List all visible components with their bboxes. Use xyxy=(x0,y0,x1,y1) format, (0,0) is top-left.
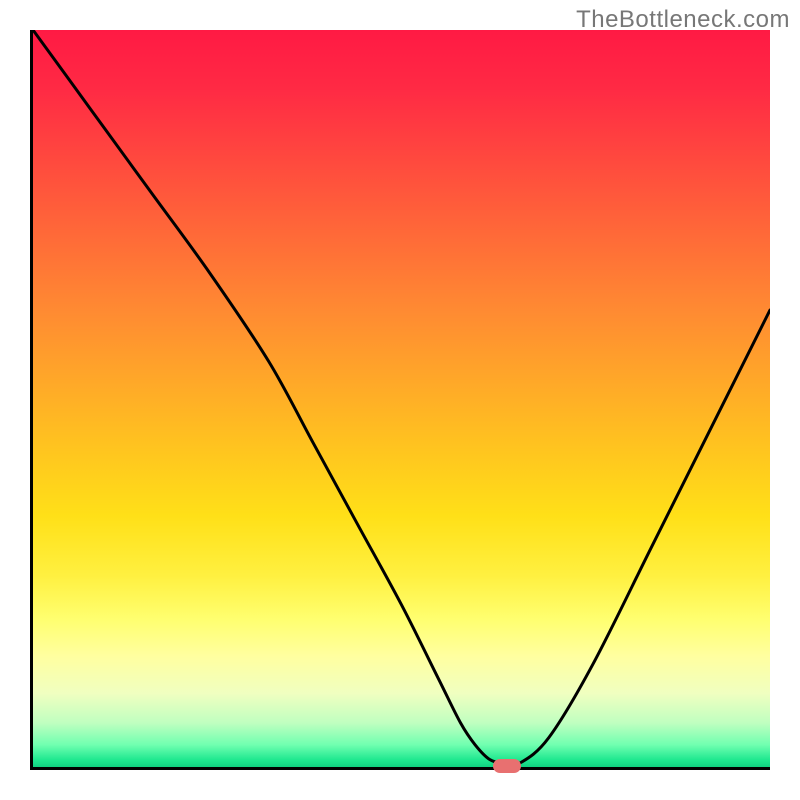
bottleneck-curve xyxy=(33,30,770,765)
plot-area xyxy=(30,30,770,770)
chart-container: TheBottleneck.com xyxy=(0,0,800,800)
optimal-marker-icon xyxy=(493,759,521,773)
curve-svg xyxy=(33,30,770,767)
